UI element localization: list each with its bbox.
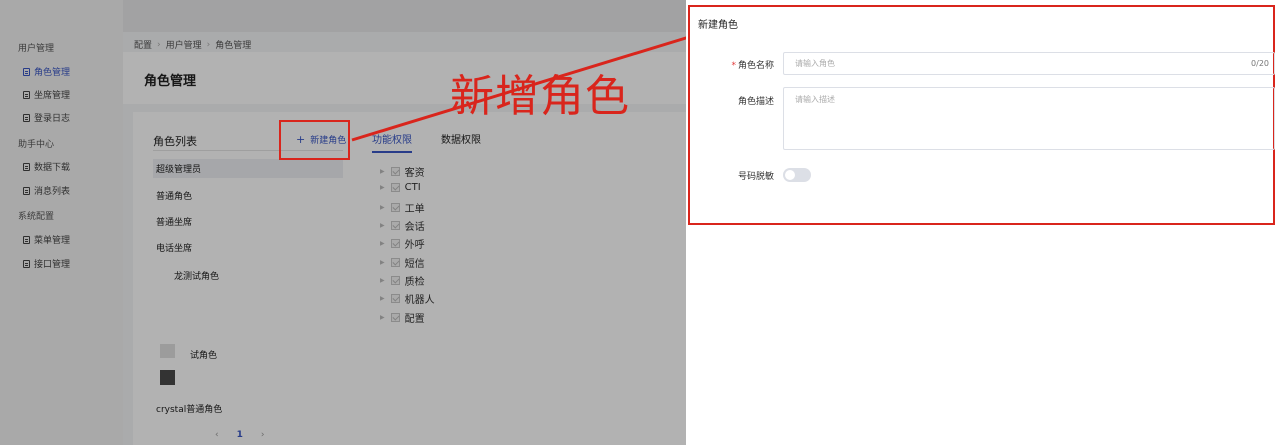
- label-text: 角色名称: [737, 61, 774, 71]
- drawer-title: 新建角色: [698, 20, 738, 31]
- required-asterisk: *: [731, 61, 736, 71]
- role-name-label: * 角色名称: [714, 58, 774, 71]
- number-masking-label: 号码脱敏: [737, 172, 774, 182]
- role-description-textarea[interactable]: 请输入描述: [783, 87, 1275, 150]
- role-name-input[interactable]: 请输入角色 0/20: [783, 52, 1275, 75]
- highlight-box: [279, 120, 350, 160]
- role-description-label: 角色描述: [737, 97, 774, 107]
- number-masking-toggle[interactable]: [783, 168, 811, 182]
- textarea-placeholder: 请输入描述: [795, 95, 835, 104]
- char-counter: 0/20: [1251, 59, 1269, 68]
- annotation-text: 新增角色: [450, 71, 630, 122]
- input-placeholder: 请输入角色: [795, 59, 835, 68]
